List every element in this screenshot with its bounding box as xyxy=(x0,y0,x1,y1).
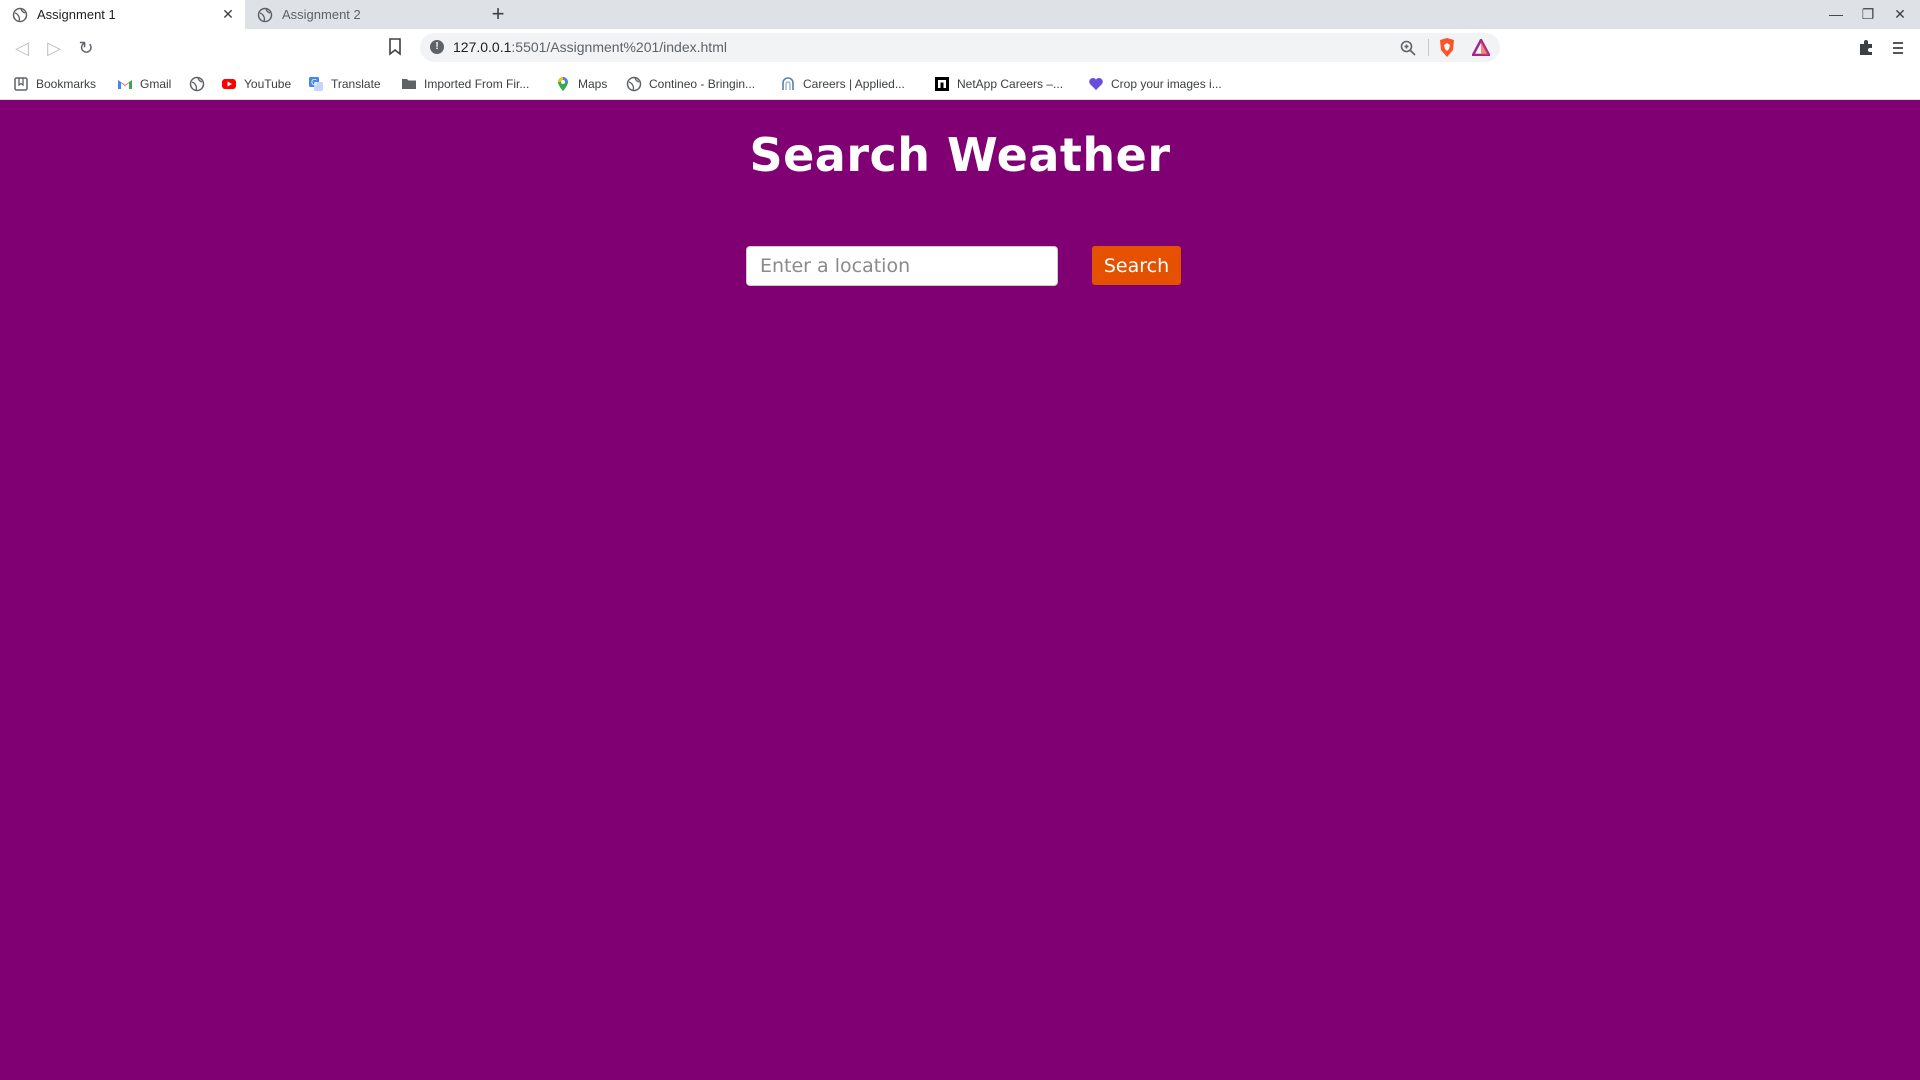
bookmark-label: Contineo - Bringin... xyxy=(649,77,756,91)
tab-strip: Assignment 1 ✕ Assignment 2 + — ❐ ✕ xyxy=(0,0,1920,29)
translate-icon: G xyxy=(309,77,323,91)
bookmark-page-icon[interactable] xyxy=(388,38,402,56)
bookmark-label: YouTube xyxy=(244,77,292,91)
globe-icon xyxy=(626,76,642,92)
site-info-icon[interactable]: ! xyxy=(430,40,444,54)
globe-icon xyxy=(12,7,28,22)
zoom-icon[interactable] xyxy=(1400,40,1416,56)
browser-chrome: Assignment 1 ✕ Assignment 2 + — ❐ ✕ ◁ ▷ … xyxy=(0,0,1920,100)
bookmark-item-careers[interactable]: Careers | Applied... xyxy=(780,75,905,93)
location-input[interactable] xyxy=(746,246,1058,286)
bookmark-item-gmail[interactable]: Gmail xyxy=(117,75,171,93)
new-tab-icon[interactable]: + xyxy=(488,3,508,25)
globe-icon xyxy=(189,76,205,92)
search-button[interactable]: Search xyxy=(1092,246,1181,285)
youtube-icon xyxy=(222,79,236,89)
bookmark-item-imported[interactable]: Imported From Fir... xyxy=(401,75,529,93)
gmail-icon xyxy=(118,80,132,89)
svg-text:G: G xyxy=(311,78,317,87)
folder-icon xyxy=(402,79,416,89)
minimize-icon[interactable]: — xyxy=(1826,5,1846,23)
globe-icon xyxy=(257,7,273,22)
url-host: 127.0.0.1 xyxy=(453,39,512,55)
bookmark-label: Maps xyxy=(578,77,608,91)
bookmarks-icon xyxy=(14,77,28,91)
bookmark-label: Gmail xyxy=(140,77,172,91)
heart-icon xyxy=(1089,78,1103,90)
tab-assignment-1[interactable]: Assignment 1 ✕ xyxy=(0,0,245,29)
bookmark-label: Bookmarks xyxy=(36,77,97,91)
url-text[interactable]: 127.0.0.1:5501/Assignment%201/index.html xyxy=(453,39,727,55)
extensions-icon[interactable] xyxy=(1856,38,1876,58)
brave-shields-icon[interactable] xyxy=(1438,37,1456,58)
omnibox-separator xyxy=(1428,39,1429,56)
bookmark-item-crop[interactable]: Crop your images i... xyxy=(1088,75,1222,93)
reload-icon[interactable]: ↻ xyxy=(75,37,97,59)
bookmark-label: Imported From Fir... xyxy=(424,77,530,91)
address-bar[interactable]: ! 127.0.0.1:5501/Assignment%201/index.ht… xyxy=(420,33,1500,62)
bookmark-label: Translate xyxy=(331,77,381,91)
tab-label: Assignment 2 xyxy=(282,7,361,22)
tab-assignment-2[interactable]: Assignment 2 xyxy=(245,0,485,29)
browser-toolbar: ◁ ▷ ↻ ! 127.0.0.1:5501/Assignment%201/in… xyxy=(0,29,1920,67)
bookmark-label: NetApp Careers –... xyxy=(957,77,1064,91)
bookmarks-bar: Bookmarks Gmail YouTube G Translate Impo… xyxy=(0,67,1920,100)
bookmark-label: Careers | Applied... xyxy=(803,77,905,91)
bookmark-item-contineo[interactable]: Contineo - Bringin... xyxy=(626,75,755,93)
bookmark-item-youtube[interactable]: YouTube xyxy=(221,75,291,93)
bookmark-item-translate[interactable]: G Translate xyxy=(308,75,381,93)
netapp-icon xyxy=(935,77,949,91)
close-tab-icon[interactable]: ✕ xyxy=(221,7,235,21)
bookmark-item-netapp[interactable]: NetApp Careers –... xyxy=(934,75,1063,93)
bookmark-item-maps[interactable]: Maps xyxy=(555,75,607,93)
page-title: Search Weather xyxy=(749,128,1171,182)
bookmark-item-bookmarks[interactable]: Bookmarks xyxy=(13,75,96,93)
weather-page: Search Weather Search xyxy=(0,100,1920,1080)
careers-icon xyxy=(782,77,794,90)
close-window-icon[interactable]: ✕ xyxy=(1890,5,1910,23)
brave-rewards-icon[interactable] xyxy=(1472,39,1490,56)
forward-icon[interactable]: ▷ xyxy=(43,37,65,59)
restore-icon[interactable]: ❐ xyxy=(1858,5,1878,23)
tab-label: Assignment 1 xyxy=(37,7,116,22)
bookmark-label: Crop your images i... xyxy=(1111,77,1222,91)
back-icon[interactable]: ◁ xyxy=(11,37,33,59)
url-path: :5501/Assignment%201/index.html xyxy=(511,39,727,55)
maps-icon xyxy=(558,77,568,91)
bookmark-item-globe[interactable] xyxy=(189,75,212,93)
menu-icon[interactable] xyxy=(1888,38,1908,58)
